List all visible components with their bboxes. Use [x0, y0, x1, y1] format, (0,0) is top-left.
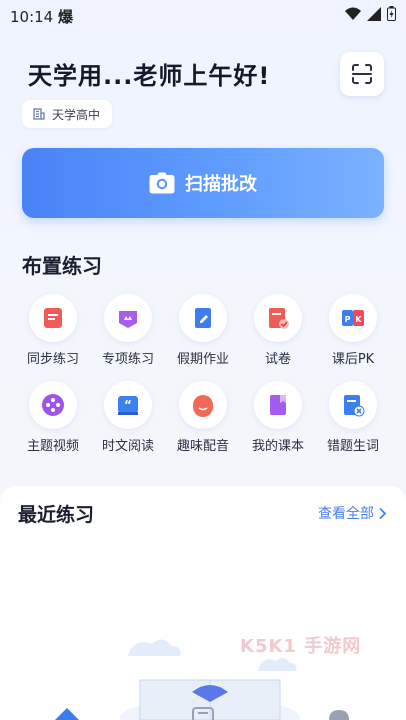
scan-grade-button[interactable]: 扫描批改: [22, 148, 384, 218]
practice-item[interactable]: 我的课本: [241, 381, 315, 454]
practice-item-label: 同步练习: [26, 352, 79, 367]
practice-item-label: 时文阅读: [101, 439, 154, 454]
practice-item[interactable]: 错题生词: [316, 381, 390, 454]
wifi-icon: [345, 7, 361, 20]
practice-item-label: 错题生词: [326, 439, 379, 454]
wrong-words-icon: [329, 381, 377, 429]
practice-item[interactable]: 试卷: [241, 294, 315, 367]
practice-item[interactable]: 假期作业: [166, 294, 240, 367]
doc-tab-icon[interactable]: [190, 706, 216, 720]
practice-item[interactable]: “ 时文阅读: [91, 381, 165, 454]
svg-text:K: K: [355, 315, 362, 324]
practice-grid-row: 主题视频 “ 时文阅读 趣味配音 我的课本 错题生词: [16, 381, 390, 454]
section-title-practice: 布置练习: [22, 254, 102, 278]
profile-tab-icon[interactable]: [326, 708, 352, 720]
video-icon: [29, 381, 77, 429]
practice-item[interactable]: 专项练习: [91, 294, 165, 367]
svg-text:“: “: [124, 398, 132, 412]
textbook-icon: [254, 381, 302, 429]
practice-item-label: 我的课本: [251, 439, 304, 454]
book-icon: [29, 294, 77, 342]
quote-book-icon: “: [104, 381, 152, 429]
exam-check-icon: [254, 294, 302, 342]
practice-item[interactable]: 趣味配音: [166, 381, 240, 454]
practice-grid: 同步练习 专项练习 假期作业 试卷 P K 课后PK 主题视频 “ 时文阅读 趣味配音 我的课本 错题生…: [16, 294, 390, 468]
svg-text:P: P: [345, 315, 351, 324]
status-time: 10:14 爆: [10, 8, 74, 26]
practice-item-label: 试卷: [264, 352, 291, 367]
school-badge[interactable]: 天学高中: [22, 100, 113, 128]
practice-grid-row: 同步练习 专项练习 假期作业 试卷 P K 课后PK: [16, 294, 390, 367]
battery-icon: [387, 6, 396, 21]
status-bar: 10:14 爆: [0, 0, 406, 30]
camera-icon: [149, 172, 175, 194]
school-name: 天学高中: [52, 107, 101, 122]
pk-icon: PK: [329, 294, 377, 342]
home-tab-icon[interactable]: [54, 706, 80, 720]
practice-item-label: 专项练习: [101, 352, 154, 367]
scan-grade-label: 扫描批改: [185, 174, 257, 195]
signal-icon: [367, 6, 381, 21]
voice-icon: [179, 381, 227, 429]
practice-item-label: 课后PK: [331, 352, 375, 367]
chevron-right-icon: [379, 507, 387, 519]
bottom-tab-bar: [0, 700, 406, 720]
practice-item-label: 趣味配音: [176, 439, 229, 454]
edit-doc-icon: [179, 294, 227, 342]
watermark-logo: K5K1 手游网: [240, 636, 362, 657]
scan-code-button[interactable]: [340, 52, 384, 96]
crown-icon: [104, 294, 152, 342]
practice-item[interactable]: P K 课后PK: [316, 294, 390, 367]
practice-item[interactable]: 主题视频: [16, 381, 90, 454]
status-icons: [345, 6, 396, 21]
practice-item-label: 主题视频: [26, 439, 79, 454]
building-icon: [33, 108, 45, 120]
practice-item[interactable]: 同步练习: [16, 294, 90, 367]
recent-title: 最近练习: [18, 504, 95, 526]
greeting-title: 天学用...老师上午好!: [28, 62, 271, 90]
practice-item-label: 假期作业: [176, 352, 229, 367]
scan-icon: [352, 64, 372, 84]
view-all-link[interactable]: 查看全部: [318, 503, 387, 523]
